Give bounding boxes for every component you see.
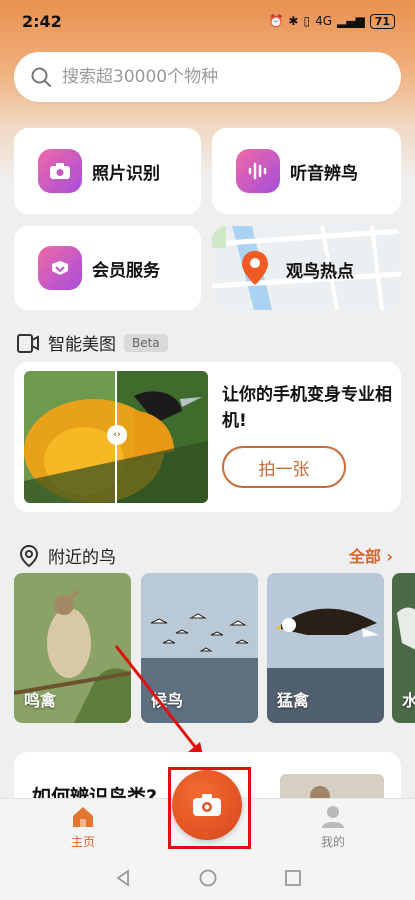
- search-bar[interactable]: [14, 52, 401, 102]
- nav-mine[interactable]: 我的: [310, 805, 356, 850]
- songbird-label: 鸣禽: [24, 691, 57, 710]
- search-input[interactable]: [62, 67, 362, 87]
- annotation-highlight-box: [168, 767, 251, 849]
- status-bar: 2:42 ⏰ ✱ ▯ 4G ▂▄▆ 71: [0, 0, 415, 42]
- nearby-header: 附近的鸟: [18, 543, 116, 568]
- bird-category-raptor[interactable]: 猛禽: [267, 573, 384, 723]
- user-icon: [322, 806, 344, 828]
- vibrate-icon: ▯: [303, 14, 311, 28]
- phone-camera-icon: [17, 333, 39, 353]
- nearby-title: 附近的鸟: [48, 548, 116, 568]
- photo-id-card[interactable]: 照片识别: [14, 128, 201, 214]
- beta-badge: Beta: [124, 333, 168, 352]
- home-circle-icon[interactable]: [199, 869, 217, 887]
- sound-id-card[interactable]: 听音辨鸟: [212, 128, 401, 214]
- hotspots-card[interactable]: 观鸟热点: [212, 226, 401, 310]
- membership-icon: [38, 246, 82, 290]
- photo-id-label: 照片识别: [92, 163, 160, 184]
- location-pin-icon: [242, 251, 268, 285]
- migratory-label: 候鸟: [151, 691, 184, 710]
- smart-photo-header: 智能美图 Beta: [16, 330, 168, 355]
- bluetooth-icon: ✱: [288, 14, 299, 28]
- bird-category-waterbird[interactable]: 水: [392, 573, 415, 723]
- recents-icon[interactable]: [284, 869, 302, 887]
- membership-label: 会员服务: [92, 260, 160, 281]
- nav-mine-label: 我的: [320, 835, 345, 849]
- status-icons: ⏰ ✱ ▯ 4G ▂▄▆ 71: [268, 13, 395, 29]
- membership-card[interactable]: 会员服务: [14, 226, 201, 310]
- sound-id-label: 听音辨鸟: [290, 163, 358, 184]
- alarm-icon: ⏰: [268, 14, 284, 28]
- camera-icon: [38, 149, 82, 193]
- compare-slider-handle[interactable]: ‹›: [107, 425, 127, 445]
- search-icon: [31, 67, 51, 87]
- signal-icon: ▂▄▆: [337, 14, 365, 28]
- soundwave-icon: [236, 149, 280, 193]
- location-outline-icon: [19, 544, 39, 567]
- raptor-label: 猛禽: [277, 691, 310, 710]
- hotspots-label: 观鸟热点: [286, 262, 354, 282]
- system-nav-bar: [0, 856, 415, 900]
- take-photo-button[interactable]: 拍一张: [222, 446, 346, 488]
- nav-home-label: 主页: [70, 835, 95, 849]
- bird-compare-photo: ‹›: [24, 371, 208, 503]
- smart-photo-card[interactable]: ‹› 让你的手机变身专业相机! 拍一张: [14, 362, 401, 512]
- home-icon: [73, 807, 93, 827]
- network-label: 4G: [315, 14, 332, 28]
- see-all-link[interactable]: 全部 ›: [349, 543, 393, 567]
- smart-photo-title: 智能美图: [48, 335, 116, 355]
- nav-home[interactable]: 主页: [60, 805, 106, 850]
- smart-photo-tagline: 让你的手机变身专业相机!: [222, 385, 392, 431]
- bird-category-migratory[interactable]: 候鸟: [141, 573, 258, 723]
- bird-category-songbird[interactable]: 鸣禽: [14, 573, 131, 723]
- status-time: 2:42: [22, 11, 62, 31]
- waterbird-label: 水: [402, 691, 415, 710]
- back-icon[interactable]: [114, 869, 132, 887]
- battery-indicator: 71: [369, 13, 395, 29]
